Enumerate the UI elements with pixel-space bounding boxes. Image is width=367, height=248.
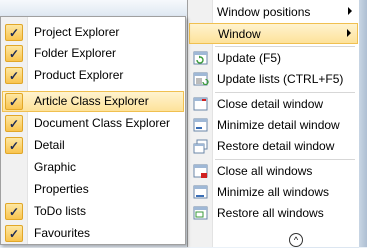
menu-item-update[interactable]: Update (F5) bbox=[189, 48, 358, 69]
menu-item-label: Close all windows bbox=[217, 164, 313, 178]
submenu-item-label: Folder Explorer bbox=[34, 46, 117, 60]
close-window-icon bbox=[193, 97, 209, 112]
menu-item-window[interactable]: Window bbox=[189, 23, 358, 44]
scroll-up-icon[interactable]: ^ bbox=[289, 233, 303, 247]
window-submenu: ✓ Project Explorer ✓ Folder Explorer ✓ P… bbox=[0, 16, 186, 245]
checkmark-icon: ✓ bbox=[5, 67, 23, 84]
submenu-item-properties[interactable]: Properties bbox=[2, 179, 184, 200]
submenu-item-folder-explorer[interactable]: ✓ Folder Explorer bbox=[2, 43, 184, 64]
chevron-right-icon bbox=[347, 29, 351, 37]
submenu-item-favourites[interactable]: ✓ Favourites bbox=[2, 223, 184, 244]
checkmark-icon: ✓ bbox=[5, 93, 23, 110]
app-toolbar-strip bbox=[0, 0, 188, 17]
menu-item-label: Update (F5) bbox=[217, 51, 282, 65]
menu-item-label: Restore all windows bbox=[217, 206, 324, 220]
refresh-list-icon bbox=[193, 72, 209, 87]
menu-separator bbox=[215, 92, 355, 93]
submenu-item-project-explorer[interactable]: ✓ Project Explorer bbox=[2, 22, 184, 43]
menu-item-close-all[interactable]: Close all windows bbox=[189, 161, 358, 182]
submenu-item-label: Properties bbox=[34, 182, 89, 196]
restore-all-icon bbox=[193, 206, 209, 221]
menu-item-window-positions[interactable]: Window positions bbox=[189, 2, 358, 23]
submenu-item-todo-lists[interactable]: ✓ ToDo lists bbox=[2, 201, 184, 222]
checkmark-icon: ✓ bbox=[5, 225, 23, 242]
menu-item-label: Restore detail window bbox=[217, 139, 335, 153]
submenu-item-label: ToDo lists bbox=[34, 204, 87, 218]
menu-item-close-detail[interactable]: Close detail window bbox=[189, 94, 358, 115]
submenu-item-product-explorer[interactable]: ✓ Product Explorer bbox=[2, 65, 184, 86]
submenu-item-detail[interactable]: ✓ Detail bbox=[2, 135, 184, 156]
menu-item-label: Window bbox=[218, 27, 261, 41]
menu-item-update-lists[interactable]: Update lists (CTRL+F5) bbox=[189, 69, 358, 90]
submenu-item-label: Favourites bbox=[34, 226, 91, 240]
app-right-edge bbox=[359, 0, 367, 247]
window-menu: Window positions Window Update (F5) Upda… bbox=[187, 0, 359, 247]
checkmark-icon: ✓ bbox=[5, 115, 23, 132]
minimize-window-icon bbox=[193, 118, 209, 133]
menu-item-restore-detail[interactable]: Restore detail window bbox=[189, 136, 358, 157]
checkmark-icon: ✓ bbox=[5, 203, 23, 220]
menu-item-label: Minimize all windows bbox=[217, 185, 330, 199]
submenu-item-article-class-explorer[interactable]: ✓ Article Class Explorer bbox=[2, 91, 184, 112]
menu-item-minimize-detail[interactable]: Minimize detail window bbox=[189, 115, 358, 136]
menu-item-label: Minimize detail window bbox=[217, 118, 340, 132]
menu-item-label: Update lists (CTRL+F5) bbox=[217, 72, 344, 86]
menu-separator bbox=[215, 46, 355, 47]
restore-window-icon bbox=[193, 139, 209, 154]
close-all-icon bbox=[193, 164, 209, 179]
submenu-item-label: Article Class Explorer bbox=[34, 94, 149, 108]
submenu-item-label: Graphic bbox=[34, 160, 77, 174]
minimize-all-icon bbox=[193, 185, 209, 200]
checkmark-icon: ✓ bbox=[5, 137, 23, 154]
refresh-icon bbox=[193, 51, 209, 66]
checkmark-icon: ✓ bbox=[5, 24, 23, 41]
submenu-item-document-class-explorer[interactable]: ✓ Document Class Explorer bbox=[2, 113, 184, 134]
menu-item-minimize-all[interactable]: Minimize all windows bbox=[189, 182, 358, 203]
menu-separator bbox=[215, 159, 355, 160]
submenu-item-label: Project Explorer bbox=[34, 25, 120, 39]
submenu-item-label: Product Explorer bbox=[34, 68, 124, 82]
submenu-item-graphic[interactable]: Graphic bbox=[2, 157, 184, 178]
submenu-item-label: Detail bbox=[34, 138, 65, 152]
menu-item-label: Close detail window bbox=[217, 97, 324, 111]
menu-item-restore-all[interactable]: Restore all windows bbox=[189, 203, 358, 224]
chevron-right-icon bbox=[348, 7, 352, 15]
menu-item-label: Window positions bbox=[217, 5, 311, 19]
submenu-item-label: Document Class Explorer bbox=[34, 116, 171, 130]
checkmark-icon: ✓ bbox=[5, 45, 23, 62]
